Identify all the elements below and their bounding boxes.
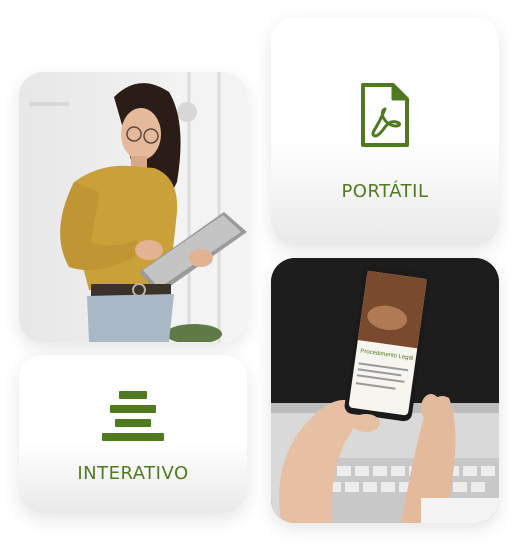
hand-holding-phone-photo: Procedimento Legal xyxy=(271,258,499,523)
pdf-file-icon xyxy=(361,82,409,147)
phone-illustration: Procedimento Legal xyxy=(271,258,499,523)
portatil-feature-card: PORTÁTIL xyxy=(271,17,499,245)
woman-with-tablet-photo xyxy=(19,72,247,342)
woman-illustration xyxy=(19,72,247,342)
interativo-feature-card: INTERATIVO xyxy=(19,355,247,513)
portatil-label: PORTÁTIL xyxy=(341,180,429,202)
layered-bars-icon xyxy=(102,390,164,441)
interativo-label: INTERATIVO xyxy=(77,462,189,484)
